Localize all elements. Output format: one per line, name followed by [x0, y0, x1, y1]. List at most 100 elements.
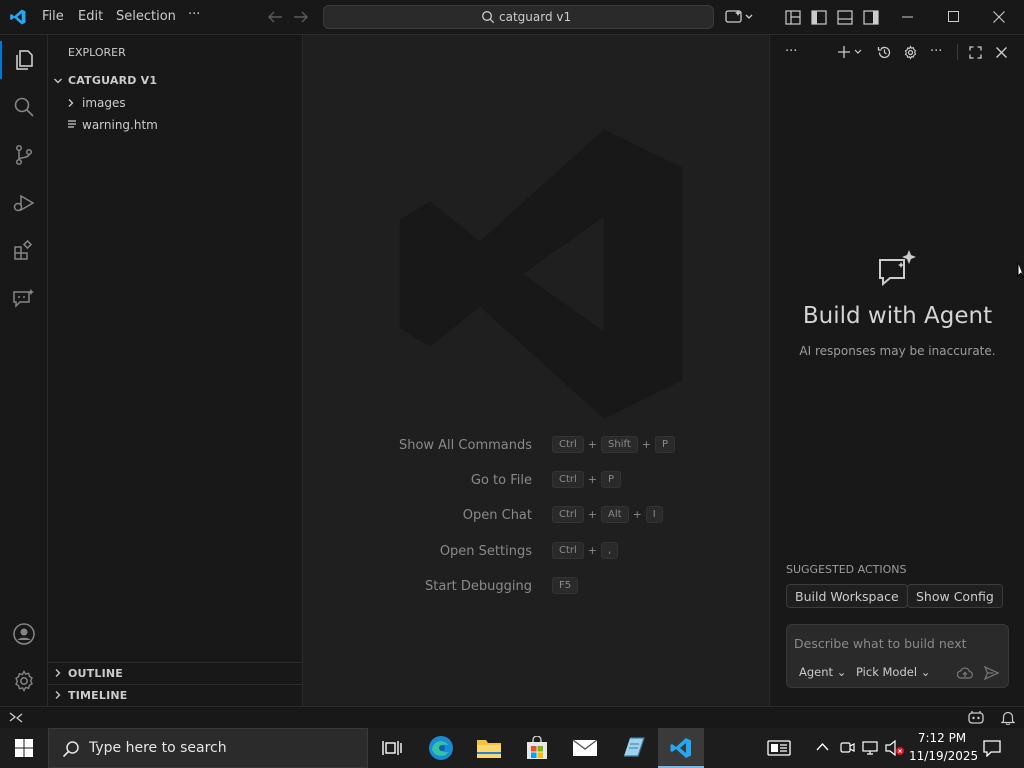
activity-bar	[0, 35, 48, 706]
toggle-layout-icon[interactable]	[785, 10, 801, 25]
folder-collapsed-chevron-icon[interactable]	[66, 98, 76, 108]
command-label: Open Settings	[439, 544, 532, 559]
divider	[48, 684, 303, 685]
toggle-primary-sidebar-icon[interactable]	[811, 10, 827, 25]
divider	[48, 662, 303, 663]
vscode-logo-icon	[9, 8, 27, 26]
key: P	[654, 436, 675, 453]
copilot-chat-icon[interactable]	[725, 9, 755, 25]
key: Ctrl	[552, 542, 584, 559]
menu-edit[interactable]: Edit	[78, 9, 103, 24]
source-control-icon[interactable]	[0, 133, 48, 177]
chat-overflow-button[interactable]: ···	[930, 44, 942, 59]
keybinding: Ctrl + Shift + P	[552, 436, 675, 453]
chat-sparkle-icon[interactable]	[0, 277, 48, 321]
back-arrow-icon[interactable]	[267, 10, 283, 24]
build-workspace-button[interactable]: Build Workspace	[786, 584, 908, 608]
volume-muted-icon[interactable]	[885, 740, 905, 756]
microsoft-store-icon[interactable]	[514, 728, 560, 768]
tree-item-images[interactable]: images	[82, 96, 126, 110]
edge-browser-icon[interactable]	[418, 728, 464, 768]
title-bar: File Edit Selection ··· catguard v1	[0, 0, 1024, 35]
taskbar-search-box[interactable]: Type here to search	[48, 728, 368, 768]
close-panel-icon[interactable]	[996, 47, 1007, 58]
toggle-panel-icon[interactable]	[837, 10, 853, 25]
menu-selection[interactable]: Selection	[116, 9, 176, 24]
run-debug-icon[interactable]	[0, 181, 48, 225]
menu-file[interactable]: File	[42, 9, 64, 24]
new-chat-plus-icon[interactable]	[837, 45, 865, 59]
agent-mode-label: Agent	[799, 665, 834, 679]
search-icon[interactable]	[0, 85, 48, 129]
chat-title: Build with Agent	[802, 303, 993, 329]
remote-connection-icon[interactable]	[9, 711, 23, 724]
chat-panel: ··· ··· Build with Agent AI responses ma…	[769, 35, 1024, 706]
meet-now-camera-icon[interactable]	[839, 740, 855, 755]
send-icon[interactable]	[984, 666, 999, 680]
forward-arrow-icon[interactable]	[293, 10, 309, 24]
command-label: Show All Commands	[398, 438, 532, 453]
action-center-icon[interactable]	[983, 739, 1001, 757]
extensions-icon[interactable]	[0, 229, 48, 273]
divider	[957, 44, 958, 60]
cloud-upload-icon[interactable]	[957, 666, 973, 680]
outline-chevron-icon[interactable]	[53, 668, 63, 678]
editor-area: Show All Commands Ctrl + Shift + P Go to F…	[304, 35, 768, 706]
explorer-title: EXPLORER	[68, 46, 126, 59]
minimize-icon[interactable]	[902, 16, 914, 18]
folder-expanded-chevron-icon[interactable]	[53, 76, 63, 86]
explorer-sidebar: EXPLORER CATGUARD V1 images warning.htm …	[48, 35, 303, 706]
chat-more-actions-button[interactable]: ···	[785, 44, 797, 59]
chat-disclaimer: AI responses may be inaccurate.	[799, 344, 996, 358]
explorer-icon[interactable]	[0, 38, 48, 82]
pick-model-label: Pick Model	[856, 665, 918, 679]
clock-date[interactable]: 11/19/2025	[909, 749, 978, 763]
pick-model-dropdown[interactable]: Pick Model ⌄	[856, 665, 930, 679]
search-icon	[62, 740, 80, 758]
command-label: Start Debugging	[425, 579, 532, 594]
show-config-button[interactable]: Show Config	[907, 584, 1003, 608]
key: F5	[552, 577, 579, 594]
windows-start-icon[interactable]	[0, 728, 48, 768]
task-view-icon[interactable]	[369, 728, 415, 768]
maximize-icon[interactable]	[948, 11, 960, 23]
notepad-app-icon[interactable]	[610, 728, 656, 768]
chat-sparkle-icon	[876, 248, 920, 288]
mail-icon[interactable]	[562, 728, 608, 768]
key: ,	[601, 542, 619, 559]
command-center-search[interactable]: catguard v1	[323, 5, 714, 29]
file-explorer-icon[interactable]	[466, 728, 512, 768]
keybinding: F5	[552, 577, 579, 594]
key: Alt	[601, 506, 629, 523]
key: Shift	[601, 436, 638, 453]
clock-time[interactable]: 7:12 PM	[912, 731, 972, 745]
outline-section-header[interactable]: OUTLINE	[68, 667, 123, 680]
keybinding: Ctrl + Alt + I	[552, 506, 663, 523]
timeline-section-header[interactable]: TIMELINE	[68, 689, 127, 702]
status-bar	[0, 706, 1024, 728]
windows-taskbar: Type here to search 7:12 PM 11/19/2025	[0, 728, 1024, 768]
notifications-bell-icon[interactable]	[1001, 710, 1015, 725]
vscode-watermark-logo	[396, 128, 686, 420]
chat-history-icon[interactable]	[877, 45, 892, 60]
chat-input[interactable]: Describe what to build next Agent ⌄ Pick…	[786, 624, 1009, 688]
maximize-panel-icon[interactable]	[969, 46, 982, 59]
accounts-icon[interactable]	[0, 612, 48, 656]
menu-more-button[interactable]: ···	[188, 7, 200, 22]
toggle-secondary-sidebar-icon[interactable]	[863, 10, 879, 25]
show-hidden-icons-chevron[interactable]	[816, 742, 829, 751]
chat-settings-gear-icon[interactable]	[903, 45, 918, 60]
keybinding: Ctrl + P	[552, 471, 622, 488]
taskbar-search-placeholder: Type here to search	[89, 740, 227, 756]
tree-item-warning-htm[interactable]: warning.htm	[82, 118, 158, 132]
workspace-root-folder[interactable]: CATGUARD V1	[68, 74, 157, 87]
news-widget-icon[interactable]	[767, 740, 791, 756]
vscode-taskbar-icon[interactable]	[658, 728, 704, 768]
settings-gear-icon[interactable]	[0, 659, 48, 703]
key: Ctrl	[552, 471, 584, 488]
copilot-status-icon[interactable]	[967, 710, 985, 724]
timeline-chevron-icon[interactable]	[53, 690, 63, 700]
close-window-icon[interactable]	[993, 11, 1005, 23]
agent-mode-dropdown[interactable]: Agent ⌄	[799, 665, 846, 679]
network-icon[interactable]	[862, 740, 880, 755]
